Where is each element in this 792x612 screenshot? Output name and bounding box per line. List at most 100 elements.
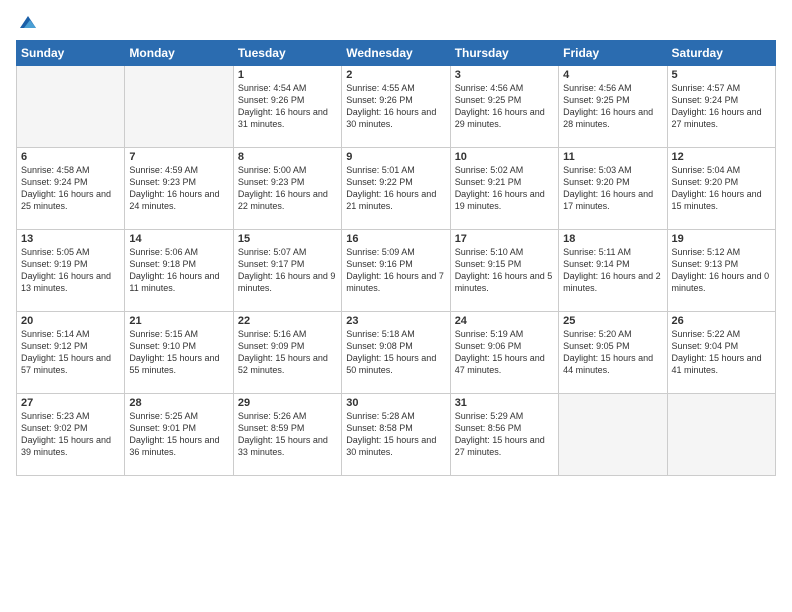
calendar-cell (559, 394, 667, 476)
calendar-cell: 25Sunrise: 5:20 AMSunset: 9:05 PMDayligh… (559, 312, 667, 394)
week-row-5: 27Sunrise: 5:23 AMSunset: 9:02 PMDayligh… (17, 394, 776, 476)
week-row-4: 20Sunrise: 5:14 AMSunset: 9:12 PMDayligh… (17, 312, 776, 394)
day-info: Sunrise: 5:28 AMSunset: 8:58 PMDaylight:… (346, 410, 445, 459)
day-number: 28 (129, 397, 228, 409)
page: SundayMondayTuesdayWednesdayThursdayFrid… (0, 0, 792, 612)
header (16, 12, 776, 32)
day-info: Sunrise: 5:00 AMSunset: 9:23 PMDaylight:… (238, 164, 337, 213)
calendar-cell (125, 66, 233, 148)
calendar-cell: 8Sunrise: 5:00 AMSunset: 9:23 PMDaylight… (233, 148, 341, 230)
week-row-2: 6Sunrise: 4:58 AMSunset: 9:24 PMDaylight… (17, 148, 776, 230)
day-number: 12 (672, 151, 771, 163)
day-info: Sunrise: 5:16 AMSunset: 9:09 PMDaylight:… (238, 328, 337, 377)
day-info: Sunrise: 5:07 AMSunset: 9:17 PMDaylight:… (238, 246, 337, 295)
calendar-cell: 28Sunrise: 5:25 AMSunset: 9:01 PMDayligh… (125, 394, 233, 476)
day-number: 18 (563, 233, 662, 245)
calendar-cell: 26Sunrise: 5:22 AMSunset: 9:04 PMDayligh… (667, 312, 775, 394)
day-info: Sunrise: 4:58 AMSunset: 9:24 PMDaylight:… (21, 164, 120, 213)
day-info: Sunrise: 5:09 AMSunset: 9:16 PMDaylight:… (346, 246, 445, 295)
day-number: 6 (21, 151, 120, 163)
day-info: Sunrise: 4:56 AMSunset: 9:25 PMDaylight:… (563, 82, 662, 131)
day-info: Sunrise: 4:59 AMSunset: 9:23 PMDaylight:… (129, 164, 228, 213)
calendar-cell (17, 66, 125, 148)
day-info: Sunrise: 5:02 AMSunset: 9:21 PMDaylight:… (455, 164, 554, 213)
day-number: 15 (238, 233, 337, 245)
day-info: Sunrise: 5:20 AMSunset: 9:05 PMDaylight:… (563, 328, 662, 377)
day-info: Sunrise: 5:05 AMSunset: 9:19 PMDaylight:… (21, 246, 120, 295)
day-number: 13 (21, 233, 120, 245)
calendar-cell: 9Sunrise: 5:01 AMSunset: 9:22 PMDaylight… (342, 148, 450, 230)
day-number: 11 (563, 151, 662, 163)
calendar-cell: 27Sunrise: 5:23 AMSunset: 9:02 PMDayligh… (17, 394, 125, 476)
day-number: 23 (346, 315, 445, 327)
column-header-sunday: Sunday (17, 41, 125, 66)
day-info: Sunrise: 4:56 AMSunset: 9:25 PMDaylight:… (455, 82, 554, 131)
calendar-cell: 7Sunrise: 4:59 AMSunset: 9:23 PMDaylight… (125, 148, 233, 230)
day-info: Sunrise: 5:03 AMSunset: 9:20 PMDaylight:… (563, 164, 662, 213)
day-number: 4 (563, 69, 662, 81)
calendar-cell: 4Sunrise: 4:56 AMSunset: 9:25 PMDaylight… (559, 66, 667, 148)
calendar-cell: 10Sunrise: 5:02 AMSunset: 9:21 PMDayligh… (450, 148, 558, 230)
calendar-cell: 13Sunrise: 5:05 AMSunset: 9:19 PMDayligh… (17, 230, 125, 312)
week-row-1: 1Sunrise: 4:54 AMSunset: 9:26 PMDaylight… (17, 66, 776, 148)
calendar-cell: 29Sunrise: 5:26 AMSunset: 8:59 PMDayligh… (233, 394, 341, 476)
calendar-cell: 21Sunrise: 5:15 AMSunset: 9:10 PMDayligh… (125, 312, 233, 394)
header-row: SundayMondayTuesdayWednesdayThursdayFrid… (17, 41, 776, 66)
day-number: 3 (455, 69, 554, 81)
calendar-cell: 24Sunrise: 5:19 AMSunset: 9:06 PMDayligh… (450, 312, 558, 394)
calendar-cell: 19Sunrise: 5:12 AMSunset: 9:13 PMDayligh… (667, 230, 775, 312)
day-number: 14 (129, 233, 228, 245)
day-number: 27 (21, 397, 120, 409)
day-info: Sunrise: 4:54 AMSunset: 9:26 PMDaylight:… (238, 82, 337, 131)
day-number: 7 (129, 151, 228, 163)
column-header-tuesday: Tuesday (233, 41, 341, 66)
day-info: Sunrise: 5:14 AMSunset: 9:12 PMDaylight:… (21, 328, 120, 377)
day-info: Sunrise: 5:25 AMSunset: 9:01 PMDaylight:… (129, 410, 228, 459)
day-info: Sunrise: 5:01 AMSunset: 9:22 PMDaylight:… (346, 164, 445, 213)
calendar-cell: 1Sunrise: 4:54 AMSunset: 9:26 PMDaylight… (233, 66, 341, 148)
day-info: Sunrise: 5:06 AMSunset: 9:18 PMDaylight:… (129, 246, 228, 295)
calendar-cell: 15Sunrise: 5:07 AMSunset: 9:17 PMDayligh… (233, 230, 341, 312)
day-info: Sunrise: 5:04 AMSunset: 9:20 PMDaylight:… (672, 164, 771, 213)
calendar-cell: 5Sunrise: 4:57 AMSunset: 9:24 PMDaylight… (667, 66, 775, 148)
calendar-cell: 6Sunrise: 4:58 AMSunset: 9:24 PMDaylight… (17, 148, 125, 230)
column-header-monday: Monday (125, 41, 233, 66)
calendar-cell: 2Sunrise: 4:55 AMSunset: 9:26 PMDaylight… (342, 66, 450, 148)
calendar-cell: 18Sunrise: 5:11 AMSunset: 9:14 PMDayligh… (559, 230, 667, 312)
day-info: Sunrise: 5:12 AMSunset: 9:13 PMDaylight:… (672, 246, 771, 295)
calendar-cell: 31Sunrise: 5:29 AMSunset: 8:56 PMDayligh… (450, 394, 558, 476)
calendar-cell: 11Sunrise: 5:03 AMSunset: 9:20 PMDayligh… (559, 148, 667, 230)
day-info: Sunrise: 5:11 AMSunset: 9:14 PMDaylight:… (563, 246, 662, 295)
day-info: Sunrise: 5:18 AMSunset: 9:08 PMDaylight:… (346, 328, 445, 377)
day-number: 24 (455, 315, 554, 327)
day-info: Sunrise: 5:23 AMSunset: 9:02 PMDaylight:… (21, 410, 120, 459)
day-number: 10 (455, 151, 554, 163)
calendar-cell: 23Sunrise: 5:18 AMSunset: 9:08 PMDayligh… (342, 312, 450, 394)
day-number: 16 (346, 233, 445, 245)
calendar-cell: 12Sunrise: 5:04 AMSunset: 9:20 PMDayligh… (667, 148, 775, 230)
day-number: 9 (346, 151, 445, 163)
calendar-cell: 22Sunrise: 5:16 AMSunset: 9:09 PMDayligh… (233, 312, 341, 394)
day-number: 8 (238, 151, 337, 163)
column-header-saturday: Saturday (667, 41, 775, 66)
day-info: Sunrise: 5:22 AMSunset: 9:04 PMDaylight:… (672, 328, 771, 377)
column-header-thursday: Thursday (450, 41, 558, 66)
day-number: 29 (238, 397, 337, 409)
day-number: 21 (129, 315, 228, 327)
day-number: 26 (672, 315, 771, 327)
logo-icon (18, 12, 38, 32)
calendar-cell: 14Sunrise: 5:06 AMSunset: 9:18 PMDayligh… (125, 230, 233, 312)
calendar-cell: 3Sunrise: 4:56 AMSunset: 9:25 PMDaylight… (450, 66, 558, 148)
column-header-wednesday: Wednesday (342, 41, 450, 66)
calendar-cell: 16Sunrise: 5:09 AMSunset: 9:16 PMDayligh… (342, 230, 450, 312)
day-number: 2 (346, 69, 445, 81)
day-info: Sunrise: 5:26 AMSunset: 8:59 PMDaylight:… (238, 410, 337, 459)
day-number: 17 (455, 233, 554, 245)
day-info: Sunrise: 4:57 AMSunset: 9:24 PMDaylight:… (672, 82, 771, 131)
day-number: 20 (21, 315, 120, 327)
day-info: Sunrise: 5:15 AMSunset: 9:10 PMDaylight:… (129, 328, 228, 377)
day-info: Sunrise: 5:10 AMSunset: 9:15 PMDaylight:… (455, 246, 554, 295)
day-info: Sunrise: 5:19 AMSunset: 9:06 PMDaylight:… (455, 328, 554, 377)
day-number: 25 (563, 315, 662, 327)
week-row-3: 13Sunrise: 5:05 AMSunset: 9:19 PMDayligh… (17, 230, 776, 312)
